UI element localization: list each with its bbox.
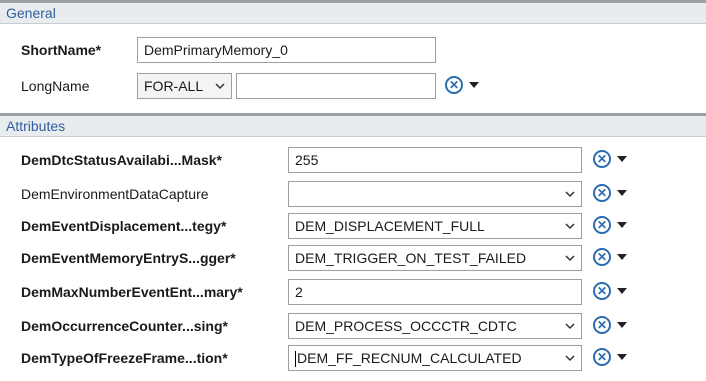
triangle-down-icon[interactable] bbox=[617, 156, 627, 162]
wrench-circle-icon: ✕ bbox=[593, 248, 611, 266]
attribute-label: DemDtcStatusAvailabi...Mask* bbox=[21, 152, 222, 168]
attribute-select-value: DEM_PROCESS_OCCCTR_CDTC bbox=[295, 318, 517, 334]
text-caret bbox=[295, 351, 296, 368]
longname-language-value: FOR-ALL bbox=[144, 78, 204, 94]
attribute-tool-button[interactable]: ✕ bbox=[593, 348, 627, 368]
attribute-tool-button[interactable]: ✕ bbox=[593, 248, 627, 268]
chevron-down-icon bbox=[565, 223, 575, 230]
shortname-row: ShortName* DemPrimaryMemory_0 bbox=[0, 37, 706, 63]
attribute-label: DemTypeOfFreezeFrame...tion* bbox=[21, 350, 228, 366]
longname-tool-button[interactable]: ✕ bbox=[445, 76, 479, 96]
attribute-select-value: DEM_TRIGGER_ON_TEST_FAILED bbox=[295, 250, 527, 266]
attribute-select[interactable]: DEM_DISPLACEMENT_FULL bbox=[288, 213, 582, 239]
triangle-down-icon[interactable] bbox=[617, 354, 627, 360]
longname-input[interactable] bbox=[236, 73, 436, 99]
attribute-tool-button[interactable]: ✕ bbox=[593, 216, 627, 236]
attributes-section: Attributes DemDtcStatusAvailabi...Mask* … bbox=[0, 113, 706, 381]
longname-label: LongName bbox=[21, 78, 90, 94]
attribute-select-value-wrap: DEM_FF_RECNUM_CALCULATED bbox=[295, 346, 522, 370]
attributes-header: Attributes bbox=[0, 113, 706, 137]
chevron-down-icon bbox=[565, 191, 575, 198]
triangle-down-icon[interactable] bbox=[617, 288, 627, 294]
attribute-select[interactable]: DEM_FF_RECNUM_CALCULATED bbox=[288, 345, 582, 371]
attribute-tool-button[interactable]: ✕ bbox=[593, 282, 627, 302]
chevron-down-icon bbox=[565, 355, 575, 362]
wrench-circle-icon: ✕ bbox=[445, 76, 463, 94]
attribute-row: DemDtcStatusAvailabi...Mask* 255 ✕ bbox=[0, 147, 706, 173]
wrench-circle-icon: ✕ bbox=[593, 282, 611, 300]
attribute-input[interactable]: 255 bbox=[288, 147, 582, 173]
general-header: General bbox=[0, 0, 706, 24]
attribute-label: DemOccurrenceCounter...sing* bbox=[21, 318, 228, 334]
triangle-down-icon[interactable] bbox=[469, 82, 479, 88]
general-section: General ShortName* DemPrimaryMemory_0 Lo… bbox=[0, 0, 706, 100]
chevron-down-icon bbox=[565, 255, 575, 262]
attribute-select-value: DEM_DISPLACEMENT_FULL bbox=[295, 218, 485, 234]
attribute-select-value: DEM_FF_RECNUM_CALCULATED bbox=[297, 350, 522, 366]
attribute-row: DemEventMemoryEntryS...gger* DEM_TRIGGER… bbox=[0, 245, 706, 271]
wrench-circle-icon: ✕ bbox=[593, 184, 611, 202]
chevron-down-icon bbox=[565, 323, 575, 330]
attribute-label: DemEventMemoryEntryS...gger* bbox=[21, 250, 236, 266]
shortname-input[interactable]: DemPrimaryMemory_0 bbox=[137, 37, 436, 63]
attribute-label: DemMaxNumberEventEnt...mary* bbox=[21, 284, 243, 300]
wrench-circle-icon: ✕ bbox=[593, 216, 611, 234]
attribute-row: DemTypeOfFreezeFrame...tion* DEM_FF_RECN… bbox=[0, 345, 706, 371]
triangle-down-icon[interactable] bbox=[617, 254, 627, 260]
attribute-row: DemEventDisplacement...tegy* DEM_DISPLAC… bbox=[0, 213, 706, 239]
attribute-select[interactable] bbox=[288, 181, 582, 207]
longname-language-select[interactable]: FOR-ALL bbox=[137, 73, 232, 99]
attribute-input[interactable]: 2 bbox=[288, 279, 582, 305]
attribute-row: DemMaxNumberEventEnt...mary* 2 ✕ bbox=[0, 279, 706, 305]
wrench-circle-icon: ✕ bbox=[593, 150, 611, 168]
longname-row: LongName FOR-ALL ✕ bbox=[0, 73, 706, 99]
triangle-down-icon[interactable] bbox=[617, 222, 627, 228]
triangle-down-icon[interactable] bbox=[617, 190, 627, 196]
attribute-tool-button[interactable]: ✕ bbox=[593, 150, 627, 170]
chevron-down-icon bbox=[215, 83, 225, 90]
attribute-tool-button[interactable]: ✕ bbox=[593, 184, 627, 204]
triangle-down-icon[interactable] bbox=[617, 322, 627, 328]
attribute-select[interactable]: DEM_PROCESS_OCCCTR_CDTC bbox=[288, 313, 582, 339]
attribute-row: DemEnvironmentDataCapture ✕ bbox=[0, 181, 706, 207]
attribute-select[interactable]: DEM_TRIGGER_ON_TEST_FAILED bbox=[288, 245, 582, 271]
wrench-circle-icon: ✕ bbox=[593, 348, 611, 366]
shortname-label: ShortName* bbox=[21, 42, 102, 58]
wrench-circle-icon: ✕ bbox=[593, 316, 611, 334]
attribute-row: DemOccurrenceCounter...sing* DEM_PROCESS… bbox=[0, 313, 706, 339]
attribute-label: DemEventDisplacement...tegy* bbox=[21, 218, 227, 234]
attribute-tool-button[interactable]: ✕ bbox=[593, 316, 627, 336]
attribute-label: DemEnvironmentDataCapture bbox=[21, 186, 209, 202]
